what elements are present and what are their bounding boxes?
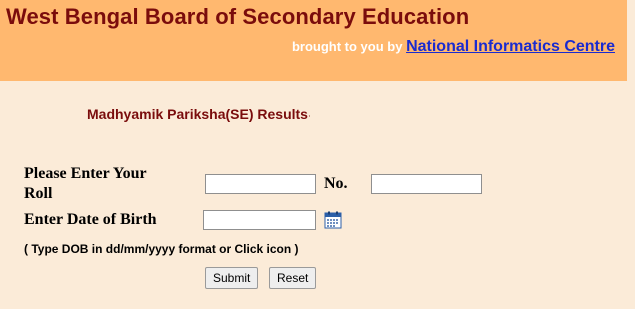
results-subtitle-text: Madhyamik Pariksha(SE) Results — [87, 106, 308, 122]
dob-format-note: ( Type DOB in dd/mm/yyyy format or Click… — [24, 242, 299, 256]
calendar-icon[interactable] — [324, 211, 342, 229]
roll-label: Please Enter Your Roll — [24, 164, 147, 204]
roll-label-line1: Please Enter Your — [24, 165, 147, 182]
dob-input[interactable] — [203, 210, 316, 230]
reset-button[interactable]: Reset — [269, 267, 317, 289]
byline: brought to you by National Informatics C… — [292, 38, 615, 56]
subtitle-marker: · — [307, 110, 311, 121]
submit-button[interactable]: Submit — [205, 267, 259, 289]
no-label: No. — [324, 175, 348, 192]
nic-link[interactable]: National Informatics Centre — [406, 38, 615, 55]
byline-prefix: brought to you by — [291, 39, 407, 54]
page-header: West Bengal Board of Secondary Education… — [0, 0, 627, 81]
dob-label: Enter Date of Birth — [24, 211, 157, 228]
page-title: West Bengal Board of Secondary Education — [6, 4, 470, 29]
results-subtitle: Madhyamik Pariksha(SE) Results· — [87, 106, 311, 122]
roll-input[interactable] — [205, 174, 316, 194]
roll-label-line2: Roll — [24, 185, 53, 202]
roll-no-input[interactable] — [371, 174, 482, 194]
